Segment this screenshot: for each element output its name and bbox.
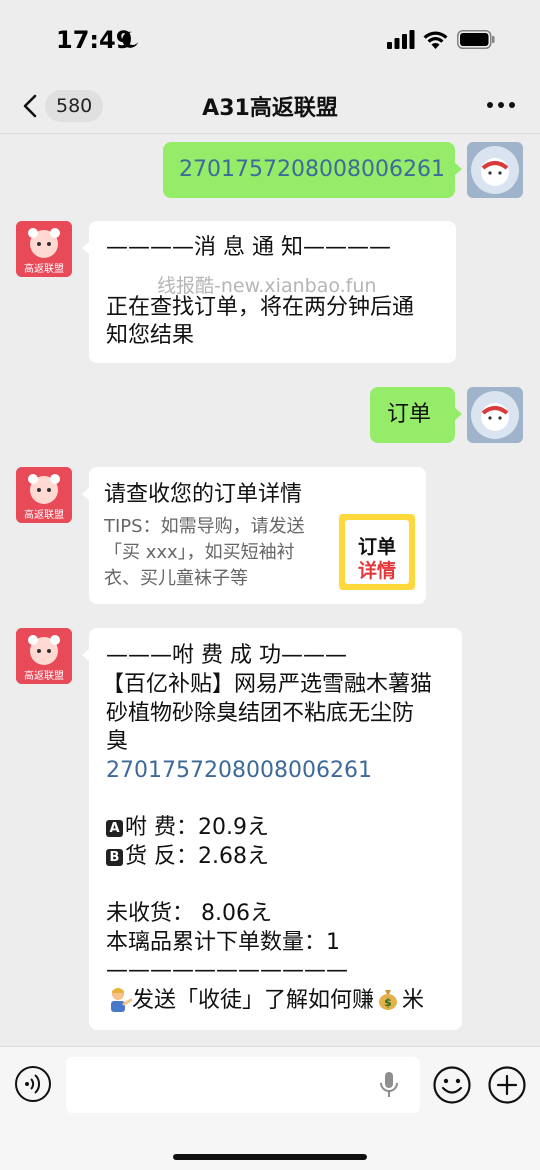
message-line: 砂植物砂除臭结团不粘底无尘防 — [106, 701, 415, 726]
message-line: ————消 息 通 知———— — [106, 235, 391, 260]
moon-icon — [122, 31, 138, 48]
user-avatar[interactable] — [467, 142, 523, 198]
microphone-icon[interactable] — [378, 1071, 400, 1099]
person-tipping-hand-icon — [111, 988, 133, 1012]
message-line: B货 反：2.68え — [106, 843, 269, 871]
message-input[interactable] — [66, 1057, 420, 1113]
thumbnail-text: 详情 — [357, 560, 396, 582]
bubble-tail — [454, 162, 462, 176]
message-line: 正在查找订单，将在两分钟后通 — [106, 295, 415, 320]
bubble-tail — [82, 241, 90, 255]
bot-avatar-label: 高返联盟 — [24, 669, 64, 682]
card-description: 衣、买儿童袜子等 — [104, 568, 248, 589]
footer-end-text: 米 — [402, 988, 425, 1013]
more-options-icon[interactable] — [486, 100, 516, 110]
message-line: 臭 — [106, 729, 129, 754]
order-number-link[interactable]: 2701757208008006261 — [106, 757, 372, 785]
battery-icon — [457, 30, 495, 49]
chat-title: A31高返联盟 — [202, 96, 338, 121]
thumbnail-text: 订单 — [357, 536, 396, 558]
bubble-tail — [454, 407, 462, 421]
card-title: 请查收您的订单详情 — [104, 482, 303, 507]
home-indicator[interactable] — [173, 1154, 367, 1160]
bubble-tail — [82, 487, 90, 501]
card-description: TIPS：如需导购，请发送 — [104, 516, 305, 537]
message-line: A咐 费：20.9え — [106, 814, 269, 842]
bubble-tail — [82, 648, 90, 662]
money-bag-icon: $ — [379, 990, 398, 1010]
wifi-icon — [423, 31, 448, 49]
voice-input-icon[interactable] — [14, 1065, 52, 1103]
chat-header: 580 A31高返联盟 — [0, 78, 540, 134]
rebate-text: 货 反：2.68え — [125, 844, 269, 869]
fee-text: 咐 费：20.9え — [125, 815, 269, 840]
card-description: 「买 xxx」，如买短袖衬 — [104, 542, 295, 563]
bot-avatar-label: 高返联盟 — [24, 508, 64, 521]
b-button-icon: B — [106, 849, 123, 866]
bot-avatar-label: 高返联盟 — [24, 262, 64, 275]
a-button-icon: A — [106, 820, 123, 837]
bot-avatar[interactable]: 高返联盟 — [16, 467, 72, 523]
user-avatar[interactable] — [467, 387, 523, 443]
status-bar: 17:49 — [0, 0, 540, 80]
svg-text:$: $ — [384, 996, 392, 1009]
outgoing-message-bubble[interactable]: 2701757208008006261 — [163, 142, 462, 198]
message-line: ——————————— — [106, 958, 348, 983]
bot-avatar[interactable]: 高返联盟 — [16, 628, 72, 684]
order-detail-thumbnail: 订单 详情 — [339, 514, 415, 590]
outgoing-message-bubble[interactable]: 订单 — [370, 387, 462, 443]
message-line: ———咐 费 成 功——— — [106, 643, 347, 668]
cellular-signal-icon — [387, 30, 415, 49]
add-attachment-icon[interactable] — [487, 1065, 527, 1105]
message-input-bar — [0, 1046, 540, 1170]
message-text: 2701757208008006261 — [179, 157, 445, 182]
message-line: 【百亿补贴】网易严选雪融木薯猫 — [102, 672, 433, 697]
bot-avatar[interactable]: 高返联盟 — [16, 221, 72, 277]
incoming-message-bubble[interactable]: ———咐 费 成 功——— 【百亿补贴】网易严选雪融木薯猫 砂植物砂除臭结团不粘… — [82, 628, 462, 1030]
emoji-icon[interactable] — [432, 1065, 472, 1105]
footer-text: 发送「收徒」了解如何赚 — [132, 988, 375, 1013]
message-line: 发送「收徒」了解如何赚 $ 米 — [106, 986, 424, 1015]
message-line: 本璃品累计下单数量：1 — [106, 930, 340, 955]
message-line: 知您结果 — [106, 323, 195, 348]
watermark: 线报酷-new.xianbao.fun — [157, 275, 377, 297]
message-line: 未收货： 8.06え — [106, 901, 272, 926]
thumbnail-inner: 订单 详情 — [345, 520, 409, 584]
message-text: 订单 — [387, 402, 432, 427]
